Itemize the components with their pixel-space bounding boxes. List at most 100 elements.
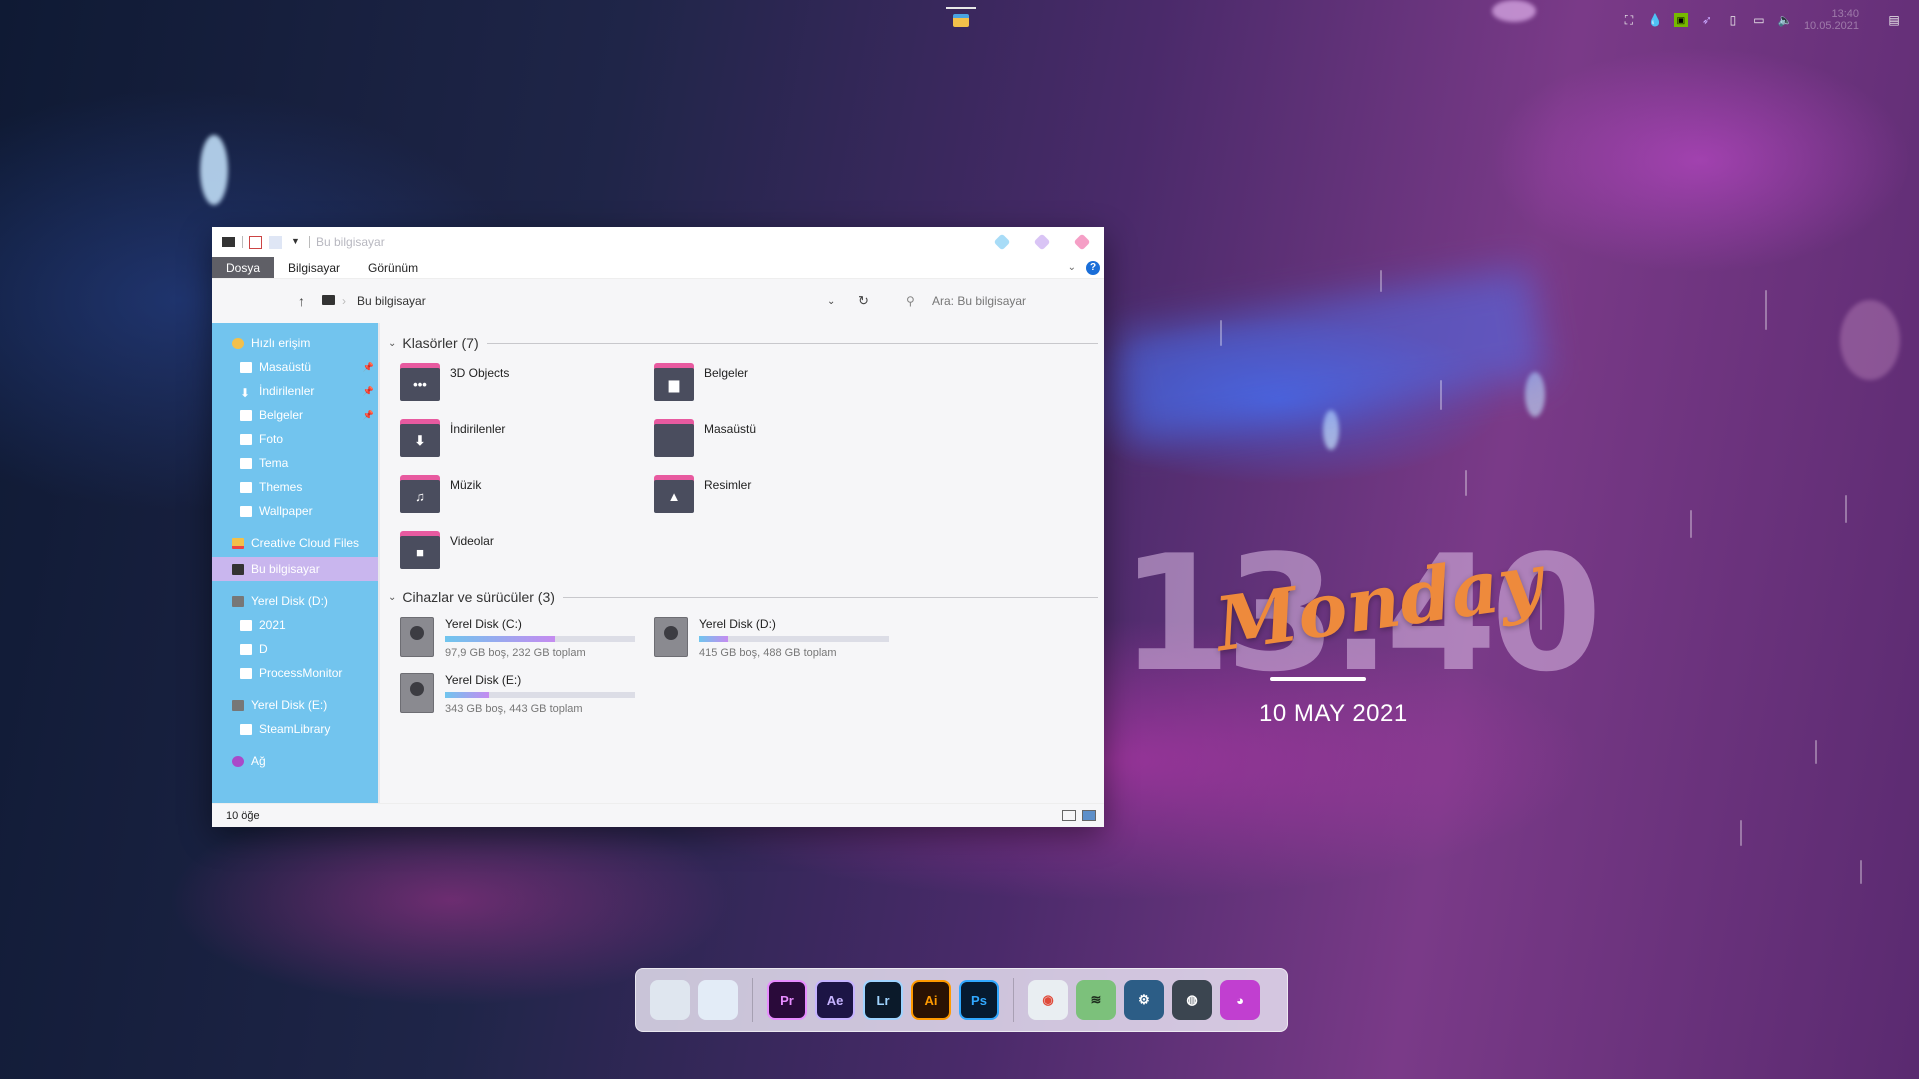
nav-item-d[interactable]: D (212, 637, 378, 661)
details-view-icon[interactable] (1062, 810, 1076, 821)
properties-icon[interactable] (249, 235, 262, 249)
nav-item-documents[interactable]: Belgeler 📌 (212, 403, 378, 427)
help-button[interactable]: ? (1086, 260, 1100, 275)
item-count: 10 öğe (226, 809, 260, 822)
folder-item[interactable]: ▆ Belgeler (654, 361, 908, 417)
sync-icon[interactable]: ◍ (1172, 980, 1212, 1020)
nvidia-icon[interactable]: ▣ (1673, 13, 1688, 27)
nav-disk-d[interactable]: Yerel Disk (D:) (212, 589, 378, 613)
drive-space-info: 343 GB boş, 443 GB toplam (445, 703, 583, 715)
search-input[interactable]: Ara: Bu bilgisayar (932, 294, 1026, 308)
illustrator-icon[interactable]: Ai (911, 980, 951, 1020)
network-status-icon[interactable]: ⛶ (1622, 13, 1636, 27)
tab-view[interactable]: Görünüm (354, 257, 432, 278)
window-title: Bu bilgisayar (316, 235, 385, 249)
tray-clock[interactable]: 13:40 10.05.2021 (1804, 8, 1859, 32)
content-pane: ⌄ Klasörler (7) ••• 3D Objects ▆ Belgeler ⬇ İ… (380, 323, 1104, 803)
volume-icon[interactable]: 🔈 (1777, 13, 1792, 27)
nav-item-desktop[interactable]: Masaüstü 📌 (212, 355, 378, 379)
creative-cloud-icon (232, 537, 244, 549)
file-explorer-icon[interactable] (953, 14, 969, 27)
search-icon: ⚲ (906, 294, 915, 308)
tab-file[interactable]: Dosya (212, 257, 275, 278)
lightroom-icon[interactable]: Lr (863, 980, 903, 1020)
divider (562, 596, 1098, 598)
tab-computer[interactable]: Bilgisayar (274, 257, 354, 278)
drive-item[interactable]: Yerel Disk (D:) 415 GB boş, 488 GB toplam (654, 617, 908, 673)
picture-icon: ▲ (654, 480, 694, 513)
window-controls (993, 233, 1091, 251)
folders-group-header[interactable]: ⌄ Klasörler (7) (388, 331, 1098, 355)
hard-drive-icon (400, 617, 434, 657)
nav-label: Wallpaper (259, 504, 313, 518)
pin-icon: 📌 (362, 409, 374, 420)
breadcrumb-path[interactable]: Bu bilgisayar (357, 294, 426, 308)
nav-disk-e[interactable]: Yerel Disk (E:) (212, 693, 378, 717)
nav-creative-cloud[interactable]: Creative Cloud Files (212, 531, 378, 555)
folder-item[interactable]: ♫ Müzik (400, 473, 654, 529)
drive-item[interactable]: Yerel Disk (E:) 343 GB boş, 443 GB toplam (400, 673, 654, 729)
nav-this-pc[interactable]: Bu bilgisayar (212, 557, 378, 581)
nav-item-foto[interactable]: Foto (212, 427, 378, 451)
devices-group-header[interactable]: ⌄ Cihazlar ve sürücüler (3) (388, 585, 1098, 609)
status-bar: 10 öğe (212, 803, 1104, 827)
feather-icon[interactable]: ➶ (1700, 13, 1714, 27)
discord-icon[interactable]: ◕ (1220, 980, 1260, 1020)
notifications-icon[interactable]: ▤ (1887, 13, 1901, 27)
minimize-button[interactable] (993, 233, 1011, 251)
folder-icon (240, 457, 252, 469)
folder-name: Videolar (450, 534, 494, 548)
navigation-pane: Hızlı erişim Masaüstü 📌 ⬇ İndirilenler 📌… (212, 323, 380, 803)
drop-icon[interactable]: 💧 (1647, 13, 1662, 27)
nav-item-processmonitor[interactable]: ProcessMonitor (212, 661, 378, 685)
computer-icon[interactable] (650, 980, 690, 1020)
chevron-down-icon: ⌄ (388, 337, 397, 349)
refresh-icon[interactable]: ↻ (858, 293, 869, 309)
pin-icon: 📌 (362, 385, 374, 396)
after-effects-icon[interactable]: Ae (815, 980, 855, 1020)
nav-label: Creative Cloud Files (251, 536, 360, 550)
up-arrow-icon[interactable]: ↑ (298, 293, 305, 309)
steam-icon[interactable]: ⚙ (1124, 980, 1164, 1020)
desktop-icon (240, 361, 252, 373)
tray-date: 10.05.2021 (1803, 20, 1859, 32)
new-folder-icon[interactable] (269, 235, 282, 249)
monitor-icon[interactable]: ▭ (1752, 13, 1766, 27)
folder-icon: ⬇ (400, 417, 440, 457)
expand-ribbon-icon[interactable]: ⌄ (1068, 262, 1076, 273)
spotify-icon[interactable]: ≋ (1076, 980, 1116, 1020)
nav-quick-access[interactable]: Hızlı erişim (212, 331, 378, 355)
nav-item-tema[interactable]: Tema (212, 451, 378, 475)
title-bar: ▼ Bu bilgisayar (212, 227, 1104, 257)
chrome-icon[interactable]: ◉ (1028, 980, 1068, 1020)
maximize-button[interactable] (1033, 233, 1051, 251)
large-icons-view-icon[interactable] (1082, 810, 1096, 821)
folder-item[interactable]: ▲ Resimler (654, 473, 908, 529)
close-button[interactable] (1073, 233, 1091, 251)
folder-icon (240, 433, 252, 445)
computer-icon (222, 237, 235, 247)
nav-item-steamlibrary[interactable]: SteamLibrary (212, 717, 378, 741)
folder-item[interactable]: ⬇ İndirilenler (400, 417, 654, 473)
photoshop-icon[interactable]: Ps (959, 980, 999, 1020)
drive-usage-fill (699, 636, 728, 642)
nav-item-downloads[interactable]: ⬇ İndirilenler 📌 (212, 379, 378, 403)
nav-item-wallpaper[interactable]: Wallpaper (212, 499, 378, 523)
premiere-icon[interactable]: Pr (767, 980, 807, 1020)
folder-icon: ■ (400, 529, 440, 569)
customize-quick-access-icon[interactable]: ▼ (289, 236, 302, 249)
folder-item[interactable]: ■ Videolar (400, 529, 654, 585)
computer-icon (322, 295, 335, 305)
file-explorer-window: ▼ Bu bilgisayar Dosya Bilgisayar Görünüm… (212, 227, 1104, 827)
battery-icon[interactable]: ▯ (1726, 13, 1740, 27)
nav-item-2021[interactable]: 2021 (212, 613, 378, 637)
nav-network[interactable]: Ağ (212, 749, 378, 773)
folder-item[interactable]: ••• 3D Objects (400, 361, 654, 417)
nav-item-themes[interactable]: Themes (212, 475, 378, 499)
drive-space-info: 97,9 GB boş, 232 GB toplam (445, 647, 586, 659)
document-icon[interactable] (698, 980, 738, 1020)
drive-item[interactable]: Yerel Disk (C:) 97,9 GB boş, 232 GB topla… (400, 617, 654, 673)
nav-label: İndirilenler (259, 384, 315, 398)
history-dropdown-icon[interactable]: ⌄ (827, 296, 835, 307)
folder-item[interactable]: Masaüstü (654, 417, 908, 473)
